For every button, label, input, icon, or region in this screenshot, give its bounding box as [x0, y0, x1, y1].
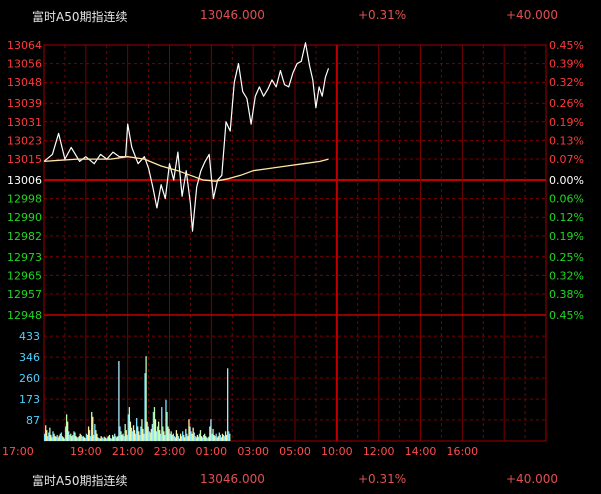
time-tick-label: 03:00 — [237, 445, 269, 458]
last-price-footer: 13046.000 — [200, 472, 265, 486]
time-tick-label: 12:00 — [363, 445, 395, 458]
last-price: 13046.000 — [200, 8, 265, 22]
volume-bar — [229, 433, 231, 441]
price-axis-left: 13064 13056 13048 13039 13031 13023 13015 13006… — [7, 39, 42, 322]
volume-tick-label: 173 — [19, 393, 40, 406]
time-tick-label: 16:00 — [446, 445, 478, 458]
change-percent: +0.31% — [358, 8, 407, 22]
percent-tick-label: 0.45% — [549, 309, 584, 322]
chart-background — [0, 30, 601, 464]
percent-tick-label: 0.45% — [549, 39, 584, 52]
percent-tick-label: 0.26% — [549, 97, 584, 110]
price-tick-label: 13064 — [7, 39, 42, 52]
intraday-chart[interactable]: 13064 13056 13048 13039 13031 13023 13015 13006… — [0, 30, 601, 464]
change-value: +40.000 — [506, 8, 559, 22]
price-tick-label: 13039 — [7, 97, 42, 110]
time-tick-label: 17:00 — [2, 445, 34, 458]
volume-tick-label: 346 — [19, 351, 40, 364]
top-info-bar: 富时A50期指连续 13046.000 +0.31% +40.000 — [0, 0, 601, 30]
volume-tick-label: 260 — [19, 372, 40, 385]
change-value-footer: +40.000 — [506, 472, 559, 486]
percent-tick-label: 0.39% — [549, 58, 584, 71]
price-tick-label: 13056 — [7, 58, 42, 71]
time-tick-label: 01:00 — [195, 445, 227, 458]
percent-axis-right: 0.45% 0.39% 0.32% 0.26% 0.19% 0.13% 0.07% 0.00%… — [549, 39, 584, 322]
percent-tick-label: 0.19% — [549, 230, 584, 243]
percent-tick-label: 0.38% — [549, 288, 584, 301]
percent-tick-label: 0.00% — [549, 174, 584, 187]
time-tick-label: 10:00 — [321, 445, 353, 458]
volume-tick-label: 433 — [19, 330, 40, 343]
price-tick-label: 12998 — [7, 193, 42, 206]
price-tick-label: 13048 — [7, 76, 42, 89]
instrument-name: 富时A50期指连续 — [32, 10, 128, 24]
percent-tick-label: 0.06% — [549, 193, 584, 206]
percent-tick-label: 0.07% — [549, 153, 584, 166]
volume-bar — [227, 368, 229, 441]
price-tick-label: 12973 — [7, 251, 42, 264]
instrument-name-footer: 富时A50期指连续 — [32, 474, 128, 488]
price-tick-label: 13015 — [7, 153, 42, 166]
percent-tick-label: 0.25% — [549, 251, 584, 264]
volume-tick-label: 87 — [26, 414, 40, 427]
price-tick-label: 13023 — [7, 134, 42, 147]
bottom-info-bar: 富时A50期指连续 13046.000 +0.31% +40.000 — [0, 464, 601, 494]
percent-tick-label: 0.19% — [549, 116, 584, 129]
percent-tick-label: 0.32% — [549, 269, 584, 282]
price-tick-label: 12957 — [7, 288, 42, 301]
percent-tick-label: 0.32% — [549, 76, 584, 89]
percent-tick-label: 0.13% — [549, 134, 584, 147]
price-tick-label: 12982 — [7, 230, 42, 243]
price-tick-label: 12965 — [7, 269, 42, 282]
time-tick-label: 21:00 — [112, 445, 144, 458]
time-tick-label: 23:00 — [154, 445, 186, 458]
change-percent-footer: +0.31% — [358, 472, 407, 486]
time-tick-label: 14:00 — [405, 445, 437, 458]
price-tick-label: 13031 — [7, 116, 42, 129]
time-tick-label: 19:00 — [70, 445, 102, 458]
time-axis: 17:00 19:00 21:00 23:00 01:00 03:00 05:00 10:00… — [2, 445, 478, 458]
price-tick-label: 12948 — [7, 309, 42, 322]
time-tick-label: 05:00 — [279, 445, 311, 458]
percent-tick-label: 0.12% — [549, 211, 584, 224]
price-tick-label: 13006 — [7, 174, 42, 187]
price-tick-label: 12990 — [7, 211, 42, 224]
